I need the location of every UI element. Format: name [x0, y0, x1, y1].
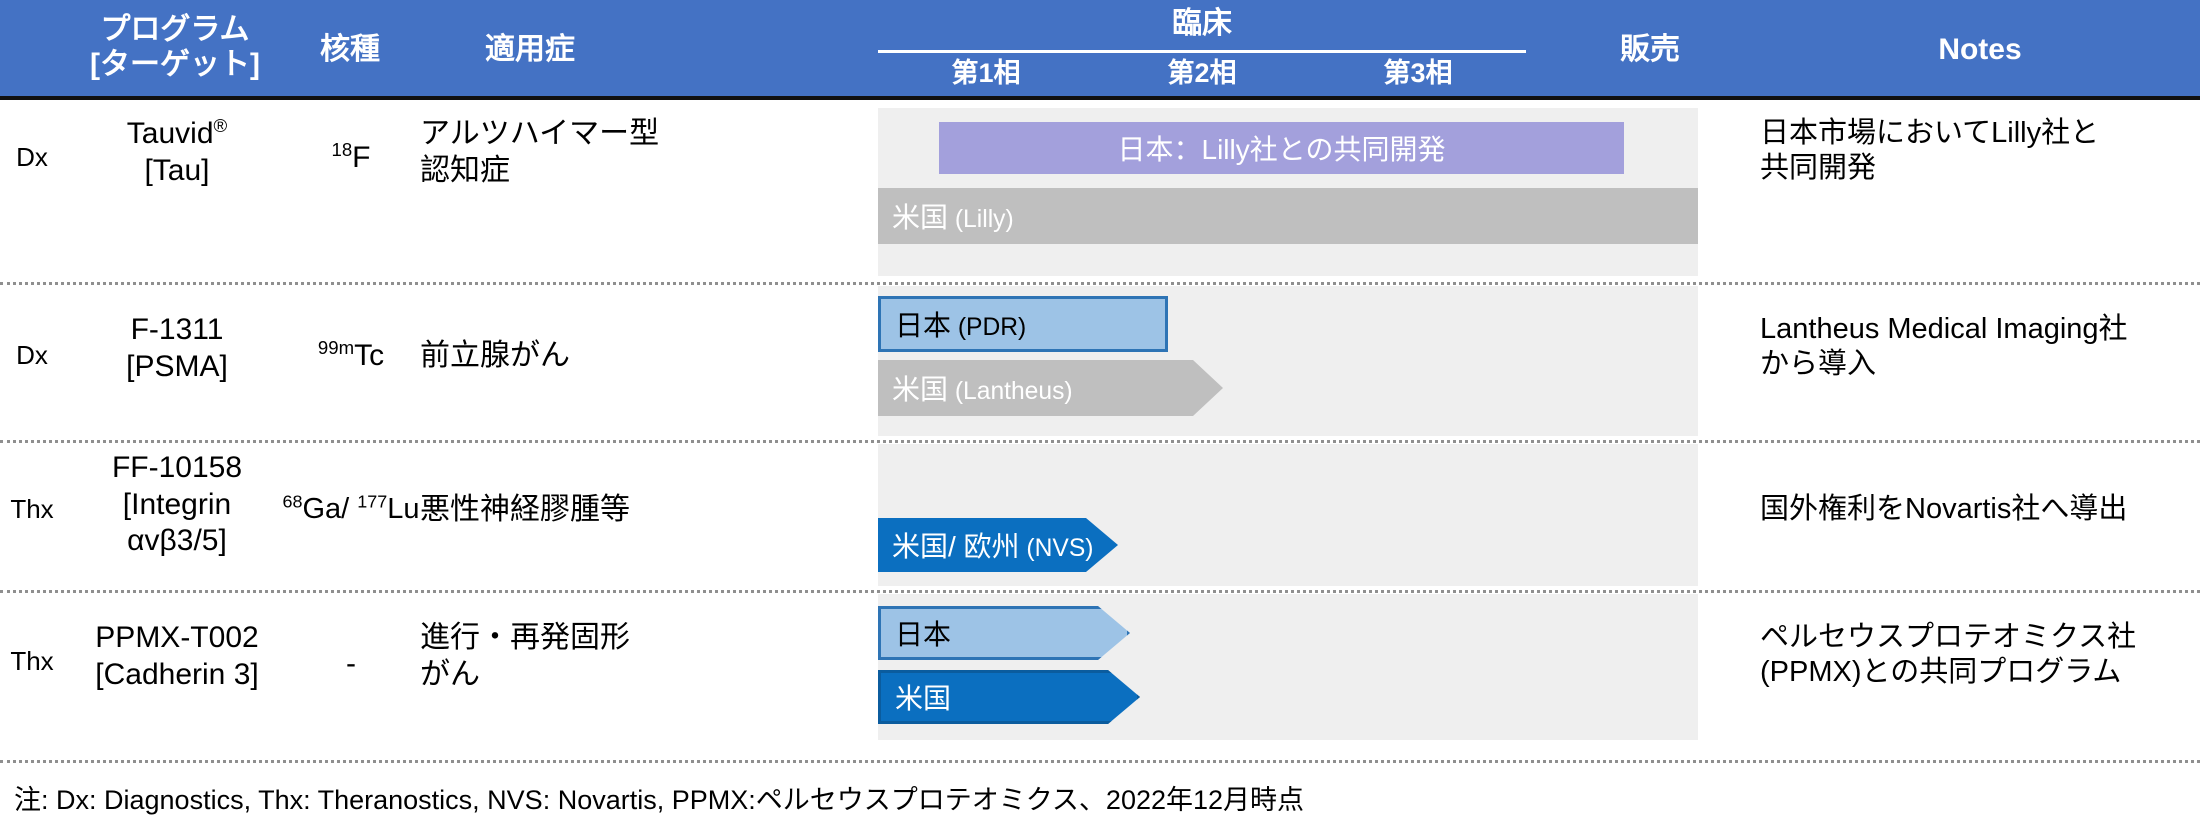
bar-japan-lilly[interactable]: 日本：Lilly社との共同開発 — [939, 122, 1624, 174]
row-type: Dx — [16, 340, 48, 370]
program-target: [Tau] — [144, 153, 210, 187]
bar-us-eu-nvs[interactable]: 米国/ 欧州 (NVS) — [878, 518, 1118, 572]
footnote-separator — [0, 760, 2200, 763]
bar-japan-pdr[interactable]: 日本 (PDR) — [878, 296, 1168, 352]
bar-label: 米国 (Lantheus) — [892, 374, 1073, 405]
row-type: Dx — [16, 142, 48, 172]
table-row[interactable]: Dx Tauvid® [Tau] 18F アルツハイマー型 認知症 日本：Lil… — [0, 104, 2200, 282]
program-name: F-1311 — [130, 313, 224, 346]
bar-label: 日本 (PDR) — [895, 310, 1027, 341]
bar-us[interactable]: 米国 — [878, 670, 1140, 724]
program-name: Tauvid® — [126, 115, 228, 150]
bar-label: 日本 — [895, 619, 952, 650]
row-separator — [0, 282, 2200, 285]
header-nuclide: 核種 — [320, 33, 380, 66]
program-target: [Integrin — [122, 487, 232, 521]
table-header: プログラム [ターゲット] 核種 適用症 臨床 第1相 第2相 第3相 販売 N… — [0, 0, 2200, 100]
nuclide-mass: 99m — [317, 337, 355, 358]
registered-icon: ® — [213, 115, 228, 136]
table-row[interactable]: Thx PPMX-T002 [Cadherin 3] - 進行・再発固形 がん … — [0, 594, 2200, 744]
header-indication: 適用症 — [485, 33, 575, 66]
row-indication: アルツハイマー型 認知症 — [420, 117, 660, 187]
program-target-cont: αvβ3/5] — [127, 524, 227, 558]
bar-label: 米国 — [895, 683, 952, 714]
bar-label: 米国 (Lilly) — [892, 202, 1014, 233]
bar-us-lantheus[interactable]: 米国 (Lantheus) — [878, 360, 1223, 416]
row-type: Thx — [10, 646, 54, 676]
nuclide-mass: 68 — [282, 491, 303, 512]
table-row[interactable]: Thx FF-10158 [Integrin αvβ3/5] 68Ga/ 177… — [0, 444, 2200, 590]
program-name: FF-10158 — [111, 451, 243, 484]
row-notes: ペルセウスプロテオミクス社 (PPMX)との共同プログラム — [1760, 621, 2137, 689]
bar-label: 日本：Lilly社との共同開発 — [1117, 134, 1446, 165]
header-phase-3: 第3相 — [1383, 58, 1453, 88]
bar-japan[interactable]: 日本 — [878, 606, 1130, 660]
nuclide-symbol: Ga/ — [302, 493, 358, 525]
table-body: Dx Tauvid® [Tau] 18F アルツハイマー型 認知症 日本：Lil… — [0, 104, 2200, 772]
nuclide-mass-2: 177 — [357, 491, 388, 512]
nuclide-symbol: F — [352, 141, 371, 174]
header-notes: Notes — [1938, 33, 2022, 66]
header-sales: 販売 — [1620, 33, 1680, 66]
program-target: [Cadherin 3] — [95, 657, 259, 691]
row-program: Tauvid® [Tau] — [62, 116, 292, 189]
program-name: PPMX-T002 — [95, 621, 259, 654]
row-separator — [0, 440, 2200, 443]
header-program-line1: プログラム — [100, 13, 250, 46]
row-indication: 進行・再発固形 がん — [420, 621, 630, 691]
header-phase-2: 第2相 — [1167, 58, 1237, 88]
row-nuclide: 68Ga/ 177Lu — [272, 492, 430, 527]
row-program: F-1311 [PSMA] — [62, 312, 292, 385]
header-phase-1: 第1相 — [951, 58, 1021, 88]
header-clinical: 臨床 — [1172, 7, 1232, 40]
header-program-line2: [ターゲット] — [90, 48, 260, 82]
row-program: PPMX-T002 [Cadherin 3] — [62, 620, 292, 693]
header-program: プログラム [ターゲット] — [60, 12, 290, 83]
nuclide-symbol: Tc — [354, 339, 385, 372]
row-notes: 日本市場においてLilly社と 共同開発 — [1760, 117, 2100, 185]
table-row[interactable]: Dx F-1311 [PSMA] 99mTc 前立腺がん 日本 (PDR) 米国… — [0, 286, 2200, 440]
row-nuclide: 99mTc — [292, 338, 410, 375]
row-notes: Lantheus Medical Imaging社 から導入 — [1760, 313, 2128, 381]
row-nuclide: - — [346, 647, 356, 680]
program-target: [PSMA] — [126, 349, 228, 383]
clinical-underline — [878, 50, 1526, 53]
pipeline-table: プログラム [ターゲット] 核種 適用症 臨床 第1相 第2相 第3相 販売 N… — [0, 0, 2200, 822]
bar-us-lilly[interactable]: 米国 (Lilly) — [878, 188, 1698, 244]
nuclide-symbol-2: Lu — [387, 493, 420, 525]
row-notes: 国外権利をNovartis社へ導出 — [1760, 493, 2128, 525]
row-nuclide: 18F — [292, 140, 410, 177]
row-separator — [0, 590, 2200, 593]
footnote: 注: Dx: Diagnostics, Thx: Theranostics, N… — [14, 785, 1305, 815]
row-type: Thx — [10, 494, 54, 524]
nuclide-mass: 18 — [331, 139, 353, 160]
row-indication: 悪性神経膠腫等 — [420, 493, 630, 526]
row-indication: 前立腺がん — [420, 339, 570, 372]
bar-label: 米国/ 欧州 (NVS) — [892, 531, 1094, 562]
row-program: FF-10158 [Integrin αvβ3/5] — [62, 450, 292, 560]
